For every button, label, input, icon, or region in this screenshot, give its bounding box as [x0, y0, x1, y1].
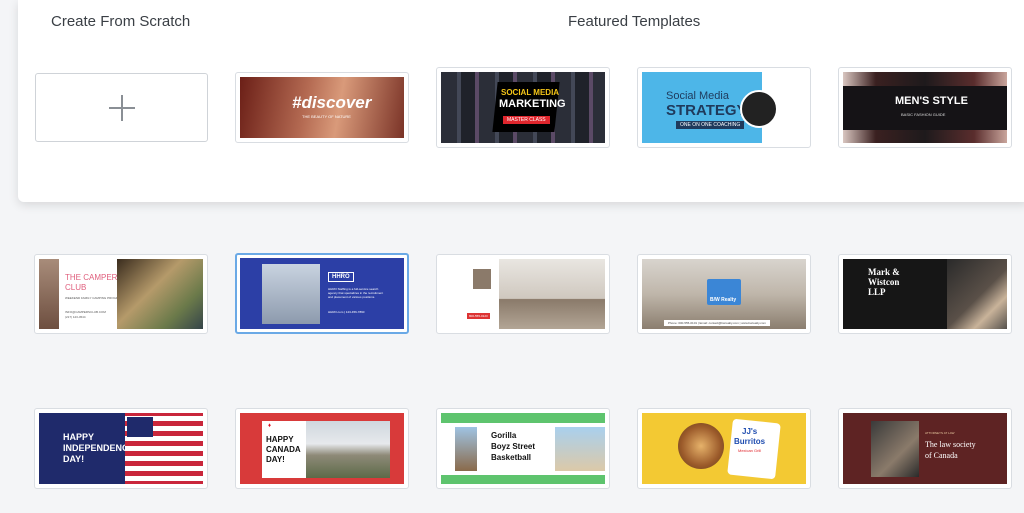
campers-subtitle: WEEKEND FAMILY CAMPING PROGRAMS	[65, 296, 125, 300]
independence-line2: INDEPENDENCE	[63, 443, 135, 453]
template-card-canada[interactable]: ♦ HAPPY CANADA DAY!	[235, 408, 409, 489]
template-thumbnail: THE CAMPERS CLUB WEEKEND FAMILY CAMPING …	[39, 259, 203, 329]
hhro-logo: HHRO	[328, 272, 354, 282]
bw-realty-name: B/W Realty	[710, 297, 737, 303]
template-thumbnail: #discover THE BEAUTY OF NATURE	[240, 77, 404, 138]
mark-line3: LLP	[868, 287, 886, 297]
bw-realty-footer: Phone: 000-555-0101 | Email: contact@bwr…	[664, 320, 770, 326]
burritos-food	[678, 423, 724, 469]
template-thumbnail: ♦ HAPPY CANADA DAY!	[240, 413, 404, 484]
gorilla-line3: Basketball	[491, 453, 532, 462]
maple-leaf-icon: ♦	[268, 423, 272, 429]
law-line2: of Canada	[925, 451, 958, 460]
canada-line1: HAPPY	[266, 435, 294, 444]
template-card-bw-realty[interactable]: B/W Realty Phone: 000-555-0101 | Email: …	[637, 254, 811, 334]
realtor-room-photo	[499, 259, 605, 329]
independence-line1: HAPPY	[63, 432, 95, 442]
template-thumbnail: Social Media STRATEGY ONE ON ONE COACHIN…	[642, 72, 806, 143]
template-card-campers-club[interactable]: THE CAMPERS CLUB WEEKEND FAMILY CAMPING …	[34, 254, 208, 334]
template-card-law-society[interactable]: ATTORNEYS AT LAW The law society of Cana…	[838, 408, 1012, 489]
flag-canton	[127, 417, 153, 437]
mens-style-banner	[843, 86, 1007, 130]
campers-right-photo	[117, 259, 203, 329]
realtor-badge: 800-555-0123	[467, 313, 490, 319]
template-card-social-strategy[interactable]: Social Media STRATEGY ONE ON ONE COACHIN…	[637, 67, 811, 148]
mark-photo	[947, 259, 1007, 329]
template-card-social-marketing[interactable]: SOCIAL MEDIA MARKETING MASTER CLASS	[436, 67, 610, 148]
template-thumbnail: JJ's Burritos Mexican Grill	[642, 413, 806, 484]
template-thumbnail: Gorilla Boyz Street Basketball	[441, 413, 605, 484]
law-kicker: ATTORNEYS AT LAW	[925, 431, 955, 435]
campers-info: INFO@CAMPERSCLUB.COM	[65, 310, 106, 314]
realtor-headshot	[473, 269, 491, 289]
marketing-badge: MASTER CLASS	[503, 116, 550, 124]
template-card-mark-wistcon[interactable]: Mark & Wistcon LLP	[838, 254, 1012, 334]
template-card-mens-style[interactable]: MEN'S STYLE BASIC FASHION GUIDE	[838, 67, 1012, 148]
campers-title-1: THE CAMPERS	[65, 273, 123, 282]
template-card-realtor[interactable]: 800-555-0123	[436, 254, 610, 334]
template-card-gorilla[interactable]: Gorilla Boyz Street Basketball	[436, 408, 610, 489]
template-card-hhro[interactable]: HHRO HHRO Staffing is a full-service sea…	[235, 253, 409, 334]
featured-templates-heading: Featured Templates	[568, 13, 701, 30]
template-thumbnail: Mark & Wistcon LLP	[843, 259, 1007, 329]
create-from-scratch-heading: Create From Scratch	[51, 13, 191, 30]
template-thumbnail: HAPPY INDEPENDENCE DAY!	[39, 413, 203, 484]
avatar	[740, 90, 778, 128]
independence-line3: DAY!	[63, 454, 85, 464]
strategy-line2: STRATEGY	[666, 102, 747, 119]
mark-line1: Mark &	[868, 267, 900, 277]
burritos-tagline: Mexican Grill	[738, 448, 762, 453]
template-thumbnail: ATTORNEYS AT LAW The law society of Cana…	[843, 413, 1007, 484]
gorilla-photo-right	[555, 427, 605, 471]
law-photo	[871, 421, 919, 477]
template-card-burritos[interactable]: JJ's Burritos Mexican Grill	[637, 408, 811, 489]
template-thumbnail: HHRO HHRO Staffing is a full-service sea…	[240, 258, 404, 329]
marketing-line2: MARKETING	[499, 98, 566, 110]
create-blank-button[interactable]	[35, 73, 208, 142]
hhro-photo	[262, 264, 320, 324]
campers-left-photo	[39, 259, 59, 329]
law-line1: The law society	[925, 440, 976, 449]
burritos-line2: Burritos	[734, 437, 766, 446]
template-thumbnail: SOCIAL MEDIA MARKETING MASTER CLASS	[441, 72, 605, 143]
gorilla-line1: Gorilla	[491, 431, 517, 440]
canada-line3: DAY!	[266, 455, 285, 464]
strategy-line1: Social Media	[666, 90, 729, 102]
marketing-line1: SOCIAL MEDIA	[501, 88, 560, 97]
campers-phone: (217) 123-4544	[65, 315, 86, 319]
parliament-photo	[306, 421, 390, 478]
discover-title: #discover	[292, 93, 372, 112]
template-card-independence[interactable]: HAPPY INDEPENDENCE DAY!	[34, 408, 208, 489]
canada-line2: CANADA	[266, 445, 301, 454]
burritos-line1: JJ's	[742, 427, 758, 436]
template-thumbnail: B/W Realty Phone: 000-555-0101 | Email: …	[642, 259, 806, 329]
campers-title-2: CLUB	[65, 283, 87, 292]
mens-style-subtitle: BASIC FASHION GUIDE	[901, 112, 946, 117]
strategy-badge: ONE ON ONE COACHING	[676, 121, 745, 129]
gorilla-line2: Boyz Street	[491, 442, 536, 451]
mens-style-title: MEN'S STYLE	[895, 95, 968, 107]
hhro-body: HHRO Staffing is a full-service search a…	[328, 287, 384, 299]
template-thumbnail: 800-555-0123	[441, 259, 605, 329]
plus-icon	[121, 95, 123, 121]
template-thumbnail: MEN'S STYLE BASIC FASHION GUIDE	[843, 72, 1007, 143]
hhro-contact: HHRO.com | 123-456-7890	[328, 310, 365, 314]
discover-tagline: THE BEAUTY OF NATURE	[302, 114, 351, 119]
mark-line2: Wistcon	[868, 277, 900, 287]
template-card-discover[interactable]: #discover THE BEAUTY OF NATURE	[235, 72, 409, 143]
gorilla-photo-left	[455, 427, 477, 471]
